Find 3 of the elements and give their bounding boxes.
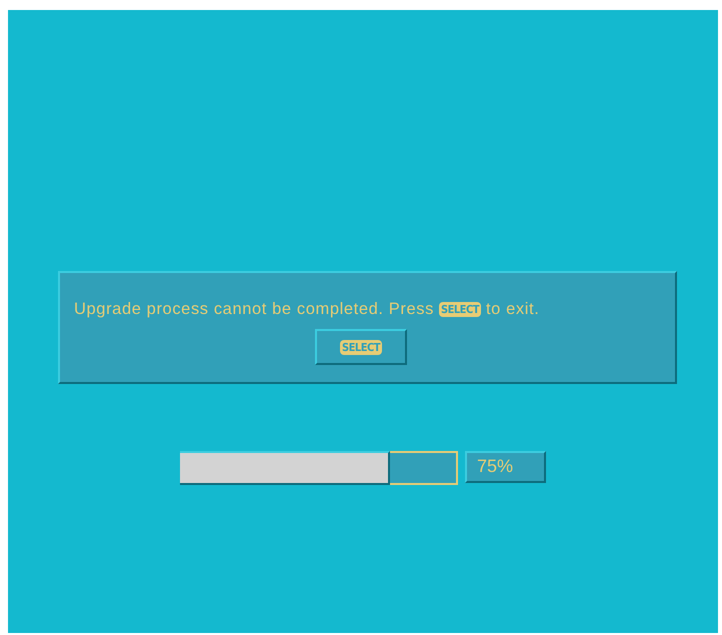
dialog-message: Upgrade process cannot be completed. Press SELECT to exit. bbox=[74, 300, 540, 319]
progress-reading: 75% bbox=[465, 451, 546, 483]
select-button[interactable]: SELECT bbox=[315, 329, 407, 365]
